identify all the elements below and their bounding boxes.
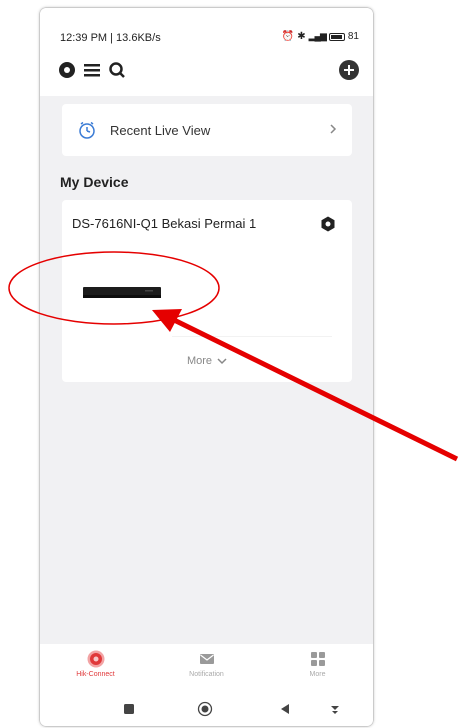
grid-icon xyxy=(310,652,325,666)
settings-hex-icon[interactable] xyxy=(320,216,336,232)
tab-label: Notification xyxy=(189,671,224,678)
system-nav-bar xyxy=(40,692,373,726)
status-time: 12:39 PM | 13.6KB/s xyxy=(60,32,161,44)
device-divider xyxy=(172,336,332,337)
phone-screen: 12:39 PM | 13.6KB/s ⏰ ✱ ▂▄▆ 81 Recent Li… xyxy=(40,8,373,726)
add-icon[interactable] xyxy=(339,60,359,80)
envelope-icon xyxy=(199,654,214,664)
recents-square-icon[interactable] xyxy=(121,701,137,717)
bottom-tab-bar: Hik-Connect Notification More xyxy=(40,644,373,692)
alarm-icon: ⏰ xyxy=(281,31,295,42)
top-toolbar xyxy=(40,48,373,96)
more-label: More xyxy=(186,355,212,367)
search-icon[interactable] xyxy=(108,61,126,79)
tab-label: More xyxy=(309,671,326,678)
chevron-down-icon xyxy=(217,358,227,365)
swipe-down-icon[interactable] xyxy=(327,701,343,717)
clock-icon xyxy=(79,121,95,139)
tab-hik-connect[interactable]: Hik-Connect xyxy=(40,644,151,692)
record-icon[interactable] xyxy=(58,61,76,79)
tab-more[interactable]: More xyxy=(262,644,373,692)
hik-connect-icon xyxy=(87,650,104,668)
nvr-device-image[interactable] xyxy=(83,286,161,300)
device-card[interactable]: DS-7616NI-Q1 Bekasi Permai 1 More xyxy=(62,200,352,382)
back-triangle-icon[interactable] xyxy=(277,701,293,717)
more-toggle[interactable]: More xyxy=(62,355,352,367)
chevron-right-icon xyxy=(330,124,337,134)
recent-live-view-label: Recent Live View xyxy=(110,122,211,138)
bluetooth-icon: ✱ xyxy=(297,31,306,42)
signal-icon: ▂▄▆ xyxy=(308,31,327,41)
status-bar: 12:39 PM | 13.6KB/s ⏰ ✱ ▂▄▆ 81 xyxy=(40,8,373,48)
list-icon[interactable] xyxy=(83,61,101,79)
device-name: DS-7616NI-Q1 Bekasi Permai 1 xyxy=(72,216,257,231)
battery-percent: 81 xyxy=(347,31,359,42)
tab-label: Hik-Connect xyxy=(76,671,115,678)
home-circle-icon[interactable] xyxy=(197,701,213,717)
status-indicators: ⏰ ✱ ▂▄▆ 81 xyxy=(282,31,359,42)
section-title: My Device xyxy=(60,174,129,190)
tab-notification[interactable]: Notification xyxy=(151,644,262,692)
recent-live-view-row[interactable]: Recent Live View xyxy=(62,104,352,156)
screenshot-stage: 12:39 PM | 13.6KB/s ⏰ ✱ ▂▄▆ 81 Recent Li… xyxy=(0,0,459,728)
battery-icon xyxy=(328,32,345,41)
